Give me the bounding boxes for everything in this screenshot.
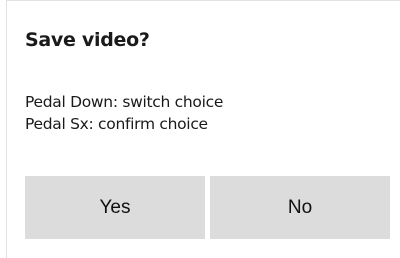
dialog-message: Pedal Down: switch choice Pedal Sx: conf… xyxy=(25,91,223,135)
instruction-confirm: Pedal Sx: confirm choice xyxy=(25,115,208,133)
dialog-title: Save video? xyxy=(25,29,150,51)
screen: Save video? Pedal Down: switch choice Pe… xyxy=(0,0,400,258)
instruction-switch: Pedal Down: switch choice xyxy=(25,93,224,111)
no-button[interactable]: No xyxy=(210,176,390,239)
save-video-dialog: Save video? Pedal Down: switch choice Pe… xyxy=(7,1,400,258)
yes-button[interactable]: Yes xyxy=(25,176,205,239)
